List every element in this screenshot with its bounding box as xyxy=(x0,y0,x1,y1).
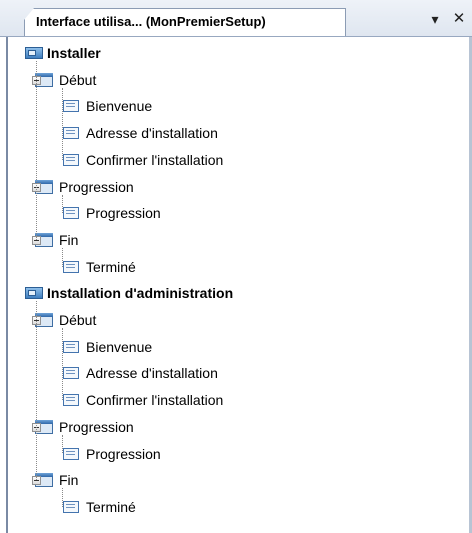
dialog-icon xyxy=(62,446,80,462)
tree-connector-line xyxy=(62,488,63,507)
dialog-icon xyxy=(62,499,80,515)
tree-dialog-item[interactable]: Terminé xyxy=(62,257,136,277)
document-tab-title: Interface utilisa... (MonPremierSetup) xyxy=(36,14,266,29)
tree-dialog-item[interactable]: Progression xyxy=(62,444,161,464)
tree-group-item-label: Fin xyxy=(59,472,79,489)
tree-dialog-item[interactable]: Progression xyxy=(62,203,161,223)
document-tab-strip: Interface utilisa... (MonPremierSetup) ▾… xyxy=(0,0,472,37)
tree-group-item[interactable]: Fin xyxy=(35,470,78,490)
tree-connector-line xyxy=(62,87,63,160)
dialog-icon xyxy=(62,259,80,275)
tree-dialog-item[interactable]: Bienvenue xyxy=(62,337,152,357)
tree-dialog-item[interactable]: Bienvenue xyxy=(62,96,152,116)
tree-group-item[interactable]: Début xyxy=(35,70,96,90)
tree-root-item-label: Installer xyxy=(47,45,101,61)
tree-connector-line xyxy=(36,301,37,481)
tree-group-item-label: Progression xyxy=(59,178,134,195)
tree-group-item-label: Fin xyxy=(59,231,79,248)
dialog-icon xyxy=(62,365,80,381)
tree-connector-line xyxy=(62,194,63,214)
tree-dialog-item[interactable]: Confirmer l'installation xyxy=(62,390,223,410)
window-position-icon[interactable]: ▾ xyxy=(427,11,443,27)
tree-dialog-item[interactable]: Adresse d'installation xyxy=(62,363,218,383)
tree-dialog-item-label: Terminé xyxy=(86,498,136,515)
tree-group-item[interactable]: Progression xyxy=(35,177,134,197)
tree-dialog-item-label: Terminé xyxy=(86,258,136,275)
tree-root-item-label: Installation d'administration xyxy=(47,285,234,302)
dialog-icon xyxy=(62,205,80,221)
tree-group-item-label: Début xyxy=(59,71,97,88)
dialog-icon xyxy=(62,392,80,408)
installer-icon xyxy=(25,45,43,61)
tree-dialog-item-label: Progression xyxy=(86,445,161,462)
tree-dialog-item-label: Bienvenue xyxy=(86,98,153,115)
tree-dialog-item[interactable]: Confirmer l'installation xyxy=(62,150,223,170)
close-icon[interactable]: ✕ xyxy=(451,11,467,27)
user-interface-editor-panel: Installer Début Bienvenue Adresse d'install… xyxy=(6,37,472,533)
tree-group-item[interactable]: Fin xyxy=(35,230,78,250)
tree-group-item[interactable]: Début xyxy=(35,310,96,330)
tree-dialog-item-label: Adresse d'installation xyxy=(86,125,218,142)
dialog-icon xyxy=(62,98,80,114)
tree-dialog-item-label: Bienvenue xyxy=(86,338,153,355)
tree-connector-line xyxy=(62,247,63,267)
tree-connector-line xyxy=(36,61,37,240)
ui-tree-view: Installer Début Bienvenue Adresse d'install… xyxy=(8,37,469,533)
dialog-icon xyxy=(62,125,80,141)
tree-group-item[interactable]: Progression xyxy=(35,417,134,437)
tree-dialog-item-label: Confirmer l'installation xyxy=(86,151,224,168)
dialog-icon xyxy=(62,152,80,168)
tree-connector-line xyxy=(62,328,63,401)
tree-dialog-item-label: Progression xyxy=(86,205,161,222)
tree-group-item-label: Progression xyxy=(59,418,134,435)
tree-connector-line xyxy=(62,434,63,454)
dialog-icon xyxy=(62,339,80,355)
tree-dialog-item-label: Adresse d'installation xyxy=(86,365,218,382)
tree-dialog-item-label: Confirmer l'installation xyxy=(86,392,224,409)
installer-icon xyxy=(25,285,43,301)
tree-root-item[interactable]: Installer xyxy=(25,43,101,63)
tree-dialog-item[interactable]: Terminé xyxy=(62,497,136,517)
tree-root-item[interactable]: Installation d'administration xyxy=(25,283,233,303)
tree-dialog-item[interactable]: Adresse d'installation xyxy=(62,123,218,143)
tree-group-item-label: Début xyxy=(59,312,97,328)
